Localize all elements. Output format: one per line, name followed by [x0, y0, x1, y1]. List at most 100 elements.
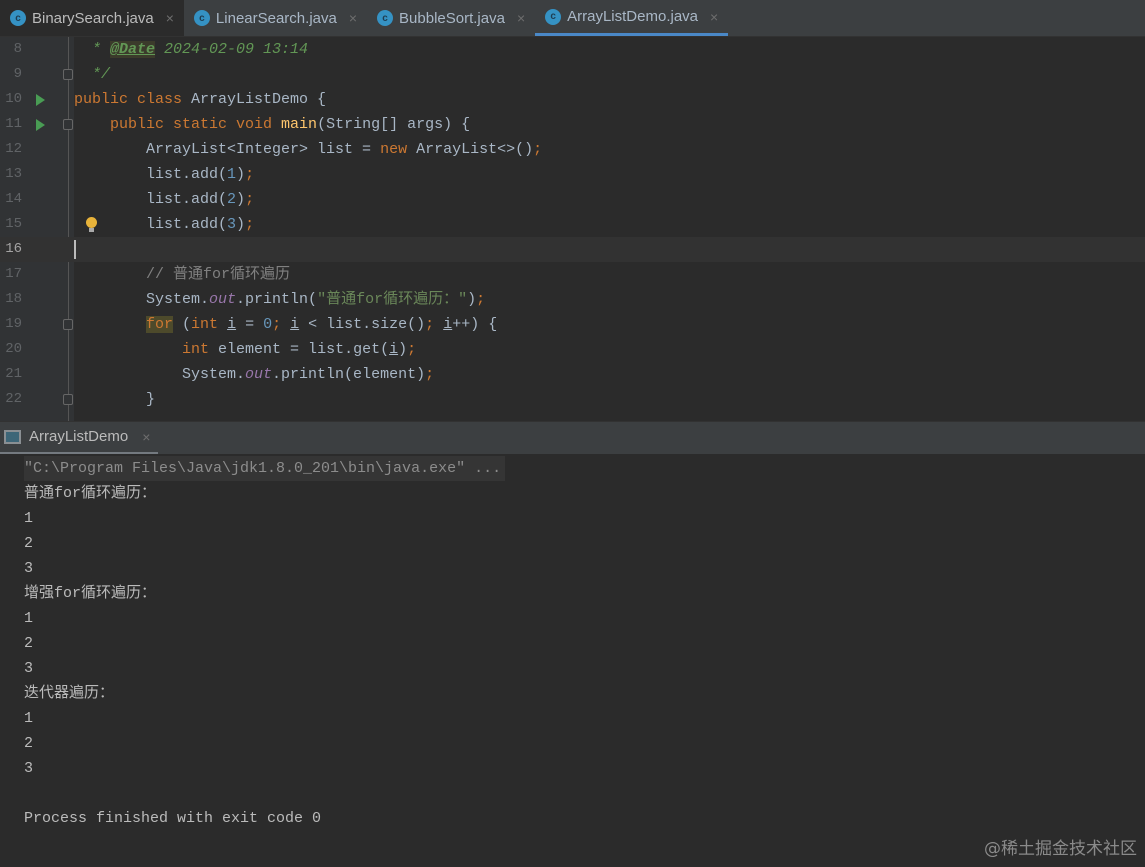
code-token: out [209, 291, 237, 308]
line-number: 13 [5, 166, 22, 182]
code-text: public class ArrayListDemo { [74, 87, 326, 112]
code-token: ; [425, 366, 435, 383]
code-line: 22 } [0, 387, 1145, 412]
code-token: ; [407, 341, 417, 358]
fold-icon[interactable] [63, 319, 73, 330]
code-text: list.add(1); [74, 162, 254, 187]
code-token: for [146, 316, 174, 333]
tab-bubblesort[interactable]: c BubbleSort.java × [367, 0, 535, 36]
code-line: 19 for (int i = 0; i < list.size(); i++)… [0, 312, 1145, 337]
code-token: 2 [227, 191, 237, 208]
java-class-icon: c [545, 8, 562, 25]
code-editor[interactable]: 8 * @Date 2024-02-09 13:14 9 */10 public c… [0, 37, 1145, 421]
line-number: 20 [5, 341, 22, 357]
code-token: 2024-02-09 13:14 [155, 41, 309, 58]
code-token: ) [236, 191, 246, 208]
line-number: 18 [5, 291, 22, 307]
code-token: System. [74, 291, 210, 308]
editor-tab-bar: c BinarySearch.java × c LinearSearch.java × c B… [0, 0, 1145, 37]
tab-linearsearch[interactable]: c LinearSearch.java × [184, 0, 367, 36]
console-line: 2 [24, 635, 34, 652]
line-number: 9 [13, 66, 22, 82]
code-token: ArrayList<>() [416, 141, 534, 158]
fold-icon[interactable] [63, 394, 73, 405]
text-caret [74, 240, 76, 259]
code-text: public static void main(String[] args) { [74, 112, 470, 137]
code-text: ArrayList<Integer> list = new ArrayList<… [74, 137, 542, 162]
close-icon[interactable]: × [166, 10, 174, 26]
code-token: out [245, 366, 273, 383]
console-line: 1 [24, 510, 34, 527]
line-number: 19 [5, 316, 22, 332]
close-icon[interactable]: × [349, 10, 357, 26]
code-token: */ [74, 66, 111, 83]
code-line: 17 // 普通for循环遍历 [0, 262, 1145, 287]
watermark: @稀土掘金技术社区 [984, 839, 1137, 859]
tab-label: LinearSearch.java [215, 9, 337, 27]
code-token: ) [398, 341, 408, 358]
run-icon[interactable] [36, 94, 45, 106]
code-line: 20 int element = list.get(i); [0, 337, 1145, 362]
console-line: 1 [24, 710, 34, 727]
code-text: System.out.println("普通for循环遍历："); [74, 287, 485, 312]
line-number: 14 [5, 191, 22, 207]
code-token: ; [245, 191, 255, 208]
code-token: i [443, 316, 453, 333]
close-icon[interactable]: × [142, 429, 150, 445]
line-number: 16 [5, 241, 22, 257]
console-line: Process finished with exit code 0 [24, 810, 322, 827]
code-token: = [236, 316, 264, 333]
run-tool-window-header: ArrayListDemo × [0, 421, 1145, 455]
java-class-icon: c [10, 10, 26, 26]
code-token: main [281, 116, 318, 133]
code-text: * @Date 2024-02-09 13:14 [74, 37, 308, 62]
code-token: int [191, 316, 228, 333]
code-token: list.add( [74, 191, 228, 208]
code-token: ( [173, 316, 192, 333]
code-token: < list.size() [299, 316, 426, 333]
fold-icon[interactable] [63, 119, 73, 130]
code-token: 1 [227, 166, 237, 183]
code-token: ) [236, 216, 246, 233]
line-number: 11 [5, 116, 22, 132]
console-command-line: "C:\Program Files\Java\jdk1.8.0_201\bin\… [24, 456, 506, 481]
console-line: 2 [24, 535, 34, 552]
tab-label: ArrayListDemo.java [567, 8, 699, 25]
console-line: 3 [24, 560, 34, 577]
code-token: ) [467, 291, 477, 308]
run-tab[interactable]: ArrayListDemo × [0, 422, 159, 455]
code-token: System. [74, 366, 246, 383]
code-token: ) [236, 166, 246, 183]
console-line: 3 [24, 760, 34, 777]
code-token: element = list.get( [218, 341, 390, 358]
code-text: */ [74, 62, 110, 87]
code-token: } [74, 391, 156, 408]
code-token: int [182, 341, 219, 358]
console-output[interactable]: "C:\Program Files\Java\jdk1.8.0_201\bin\… [0, 454, 1145, 867]
code-line: 11 public static void main(String[] args… [0, 112, 1145, 137]
close-icon[interactable]: × [710, 9, 718, 25]
code-line: 9 */ [0, 62, 1145, 87]
console-line: 迭代器遍历： [24, 685, 115, 702]
code-token: "普通for循环遍历：" [317, 291, 468, 308]
code-token: * [74, 41, 111, 58]
code-token: .println(element) [272, 366, 426, 383]
code-token: new [380, 141, 417, 158]
code-token: (String[] args) { [317, 116, 471, 133]
code-text: for (int i = 0; i < list.size(); i++) { [74, 312, 497, 337]
tab-binarysearch[interactable]: c BinarySearch.java × [0, 0, 184, 36]
tab-arraylistdemo[interactable]: c ArrayListDemo.java × [535, 0, 729, 36]
code-line: 13 list.add(1); [0, 162, 1145, 187]
line-number: 10 [5, 91, 22, 107]
code-line: 12 ArrayList<Integer> list = new ArrayLi… [0, 137, 1145, 162]
console-line: 3 [24, 660, 34, 677]
code-token: ++) { [452, 316, 498, 333]
close-icon[interactable]: × [517, 10, 525, 26]
code-token: ; [533, 141, 543, 158]
run-icon[interactable] [36, 119, 45, 131]
code-token: @Date [110, 41, 156, 58]
fold-icon[interactable] [63, 69, 73, 80]
line-number: 21 [5, 366, 22, 382]
